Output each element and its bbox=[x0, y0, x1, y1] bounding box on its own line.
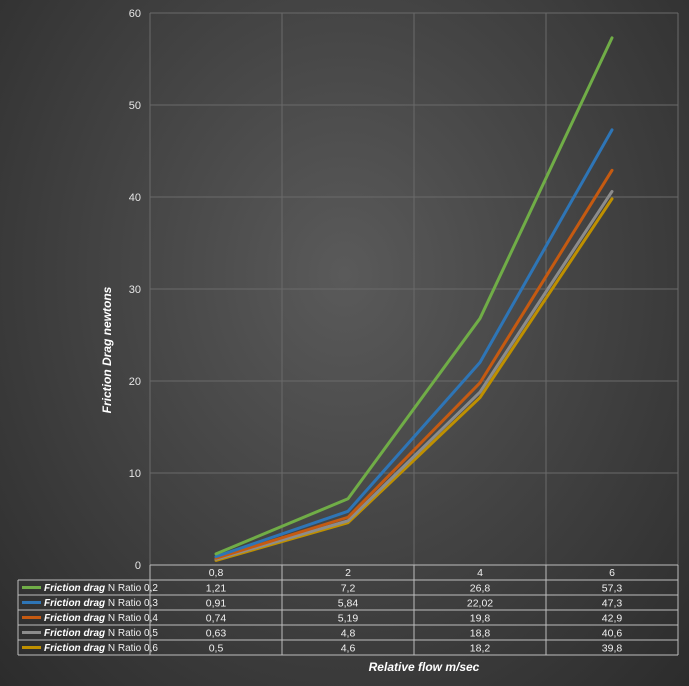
table-value: 7,2 bbox=[341, 583, 356, 595]
legend-entry: Friction drag N Ratio 0,3 bbox=[44, 598, 158, 609]
table-value: 0,74 bbox=[206, 613, 227, 625]
legend-entry: Friction drag N Ratio 0,2 bbox=[44, 583, 158, 594]
table-value: 18,8 bbox=[470, 628, 491, 640]
table-value: 47,3 bbox=[602, 598, 623, 610]
y-axis-ticks: 0 10 20 30 40 50 60 bbox=[129, 8, 141, 572]
y-tick-label: 0 bbox=[135, 560, 141, 572]
legend-entry: Friction drag N Ratio 0,4 bbox=[44, 613, 158, 624]
y-tick-label: 10 bbox=[129, 468, 141, 480]
x-category-label: 2 bbox=[345, 567, 351, 579]
table-value: 0,91 bbox=[206, 598, 227, 610]
table-value: 0,5 bbox=[209, 643, 224, 655]
table-value: 42,9 bbox=[602, 613, 623, 625]
table-value: 19,8 bbox=[470, 613, 491, 625]
table-value: 40,6 bbox=[602, 628, 623, 640]
y-axis-title: Friction Drag newtons bbox=[100, 286, 114, 413]
x-axis-title: Relative flow m/sec bbox=[369, 660, 480, 674]
y-tick-label: 20 bbox=[129, 376, 141, 388]
table-value: 57,3 bbox=[602, 583, 623, 595]
table-value: 18,2 bbox=[470, 643, 491, 655]
x-category-label: 6 bbox=[609, 567, 615, 579]
friction-drag-chart: 0 10 20 30 40 50 60 0,8 2 4 6 Friction drag N Rati… bbox=[17, 8, 679, 674]
table-value: 26,8 bbox=[470, 583, 491, 595]
data-table: 0,8 2 4 6 Friction drag N Ratio 0,2 1,21 7,2 26… bbox=[17, 564, 679, 656]
x-category-label: 4 bbox=[477, 567, 483, 579]
y-tick-label: 60 bbox=[129, 8, 141, 20]
y-tick-label: 40 bbox=[129, 192, 141, 204]
table-value: 4,8 bbox=[341, 628, 356, 640]
legend-entry: Friction drag N Ratio 0,5 bbox=[44, 628, 158, 639]
table-value: 5,19 bbox=[338, 613, 359, 625]
x-category-label: 0,8 bbox=[209, 567, 224, 579]
y-tick-label: 30 bbox=[129, 284, 141, 296]
table-value: 0,63 bbox=[206, 628, 227, 640]
table-value: 22,02 bbox=[467, 598, 493, 610]
gridlines bbox=[149, 12, 679, 566]
table-value: 5,84 bbox=[338, 598, 359, 610]
y-tick-label: 50 bbox=[129, 100, 141, 112]
table-value: 4,6 bbox=[341, 643, 356, 655]
legend-entry: Friction drag N Ratio 0,6 bbox=[44, 643, 158, 654]
table-value: 1,21 bbox=[206, 583, 227, 595]
table-value: 39,8 bbox=[602, 643, 623, 655]
